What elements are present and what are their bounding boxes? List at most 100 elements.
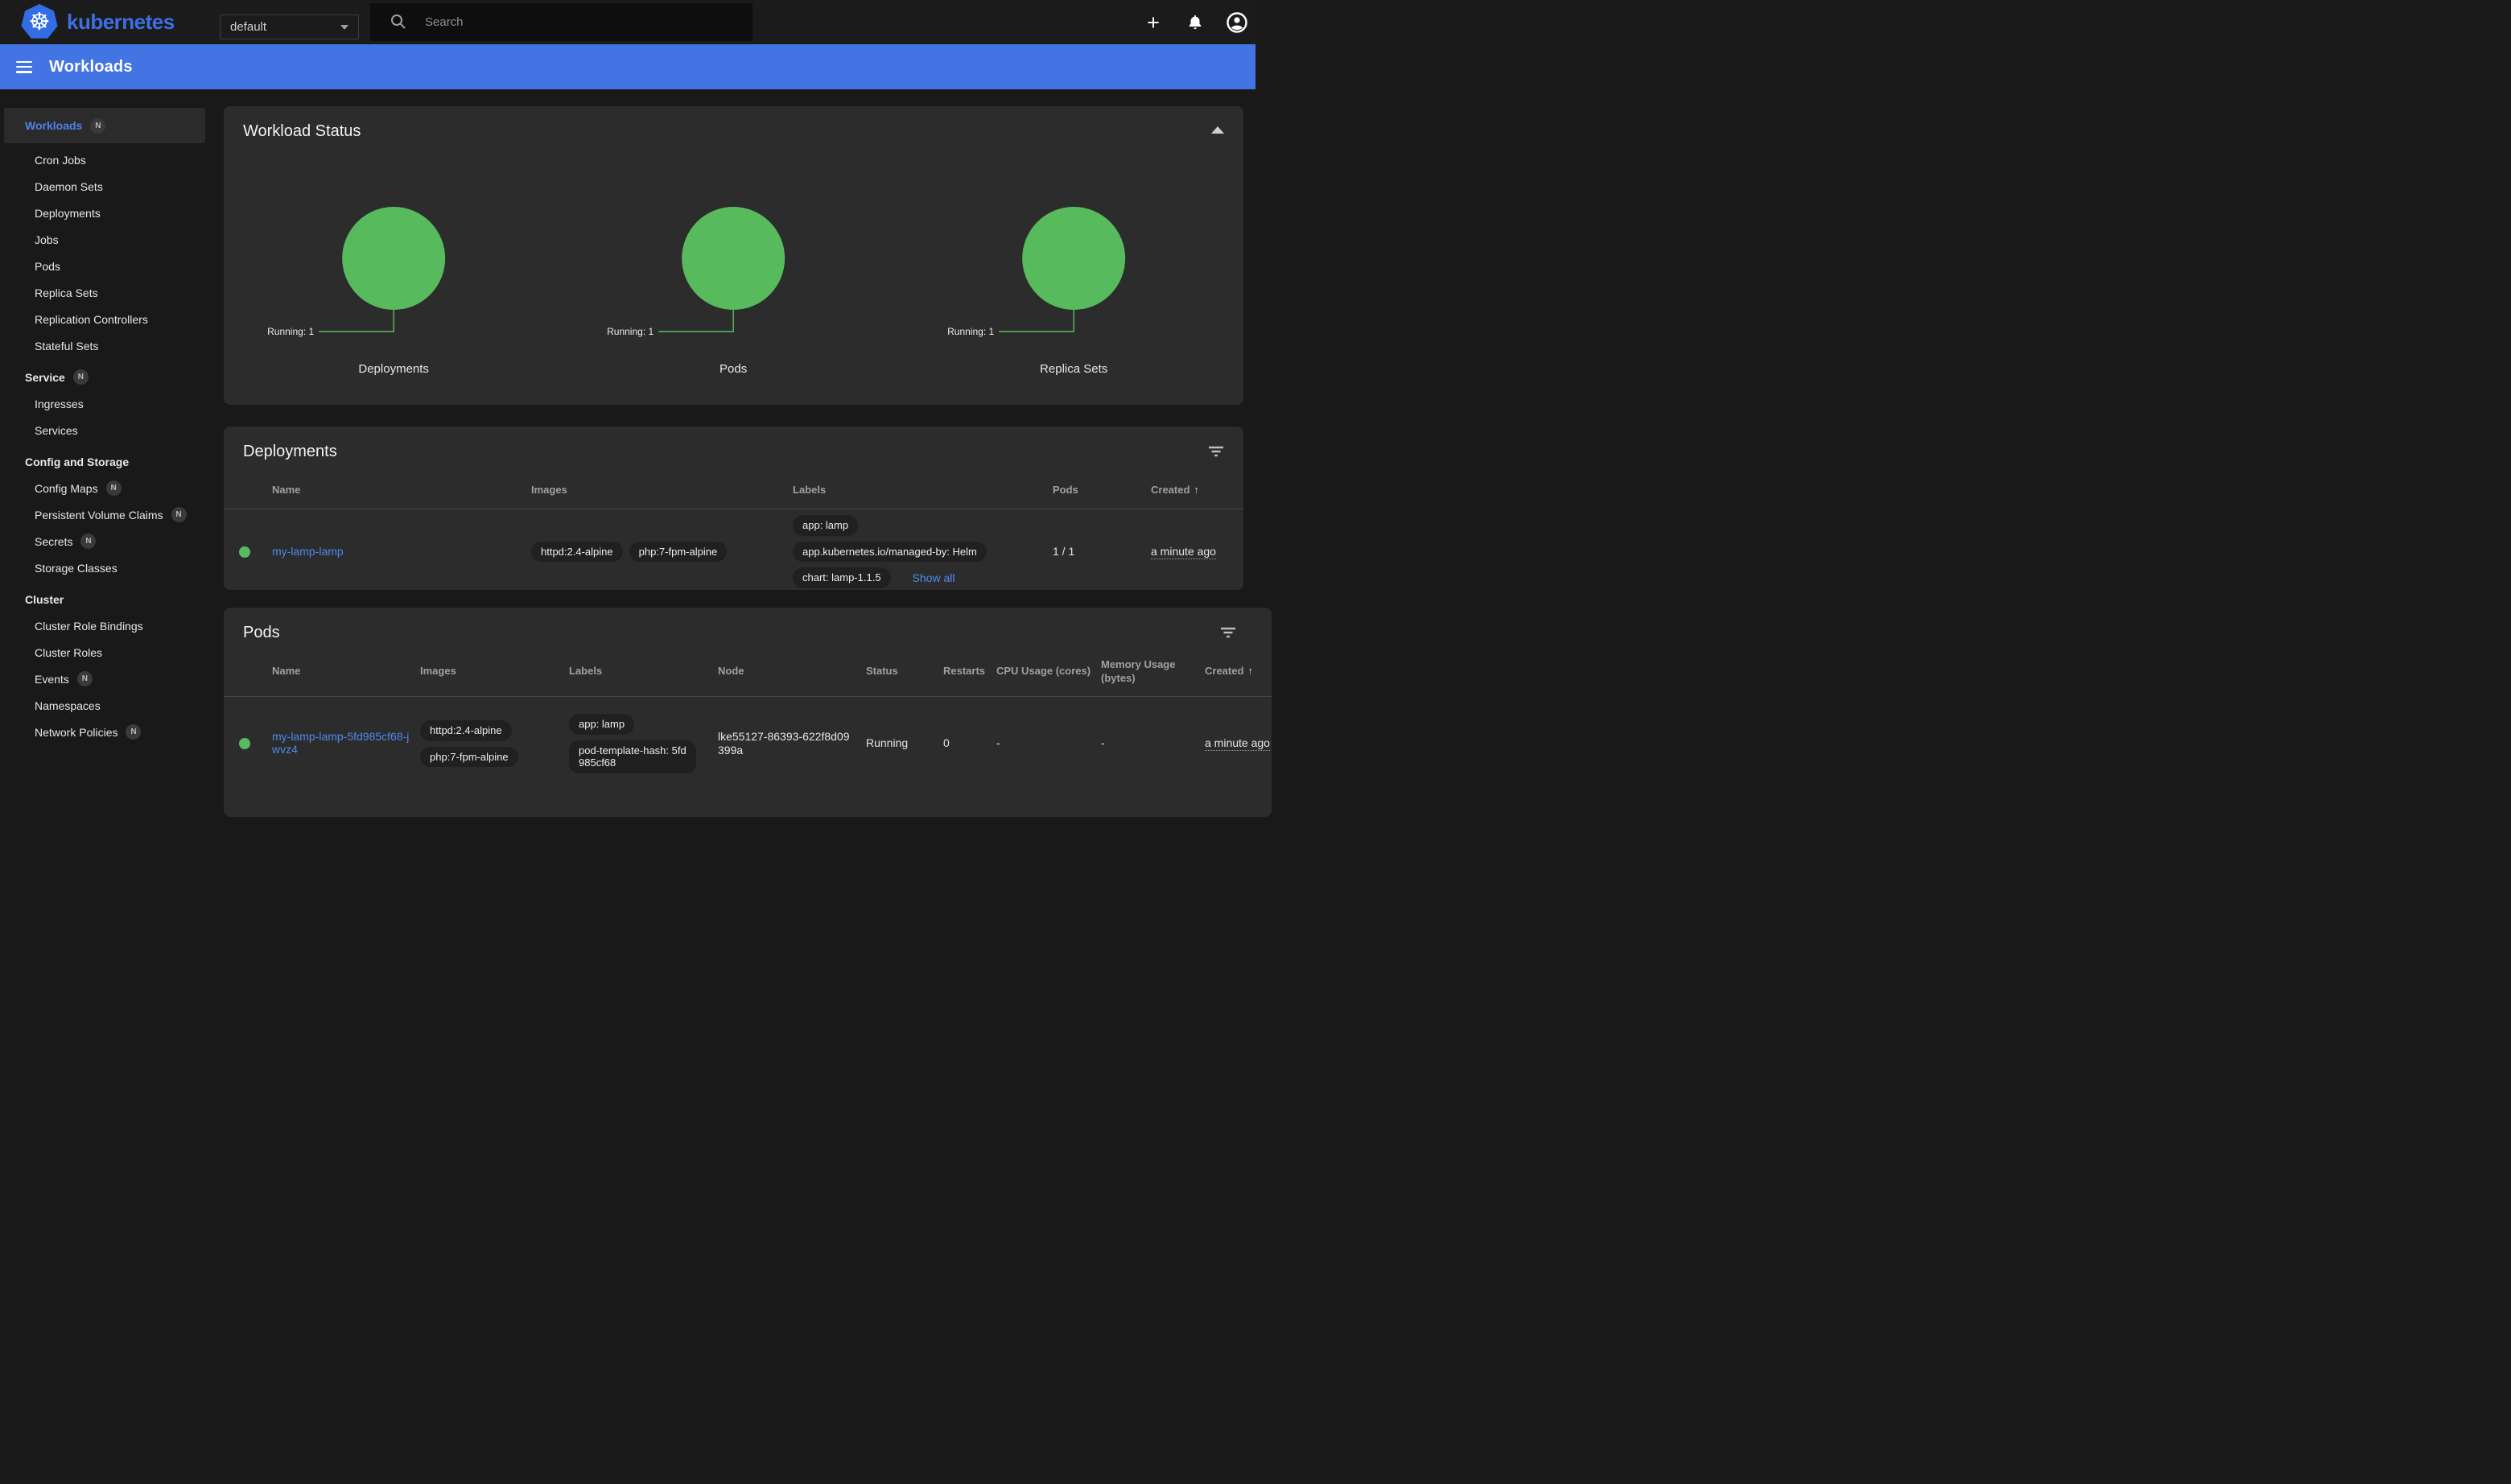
label-chip: httpd:2.4-alpine [531, 542, 623, 563]
deployment-name-link[interactable]: my-lamp-lamp [272, 545, 353, 558]
new-badge: N [80, 534, 96, 549]
sidebar-item-label: Stateful Sets [35, 340, 98, 352]
column-header-images[interactable]: Images [420, 665, 569, 678]
pod-images: httpd:2.4-alpine php:7-fpm-alpine [420, 720, 569, 767]
pie-title: Pods [719, 362, 747, 376]
sidebar-item-network-policies[interactable]: Network Policies N [0, 719, 209, 742]
sidebar-item-label: Services [35, 424, 78, 437]
sidebar-item-label: Config and Storage [25, 456, 129, 468]
label-chip: pod-template-hash: 5fd985cf68 [569, 740, 696, 773]
sidebar-item-jobs[interactable]: Jobs [0, 226, 209, 253]
search-icon [390, 13, 407, 31]
deployment-images: httpd:2.4-alpinephp:7-fpm-alpine [531, 542, 793, 563]
sidebar-item-persistent-volume-claims[interactable]: Persistent Volume ClaimsN [0, 501, 209, 528]
column-header-name[interactable]: Name [272, 484, 531, 497]
chevron-down-icon [340, 25, 348, 30]
sidebar-item-cluster[interactable]: Cluster [0, 586, 209, 612]
pie-chart-replica-sets: Running: 1 Replica Sets [904, 144, 1243, 385]
search-input[interactable] [370, 3, 752, 41]
sidebar-item-cluster-roles[interactable]: Cluster Roles [0, 639, 209, 666]
collapse-icon[interactable] [1211, 126, 1224, 134]
sidebar-item-label: Pods [35, 260, 60, 273]
new-badge: N [106, 480, 122, 496]
column-header-cpu[interactable]: CPU Usage (cores) [996, 665, 1101, 678]
kubernetes-helm-icon: ☸ [21, 4, 58, 40]
pod-row: my-lamp-lamp-5fd985cf68-jwvz4 httpd:2.4-… [224, 697, 1272, 790]
show-all-link[interactable]: Show all [913, 571, 955, 584]
sort-ascending-icon: ↑ [1194, 484, 1199, 496]
account-icon[interactable] [1225, 10, 1249, 35]
sidebar-item-config-and-storage[interactable]: Config and Storage [0, 448, 209, 475]
sidebar-item-label: Cluster [25, 593, 64, 606]
sidebar-item-label: Network Policies [35, 726, 118, 739]
pod-status: Running [866, 736, 943, 751]
column-header-labels[interactable]: Labels [793, 484, 1053, 497]
filter-icon[interactable] [1208, 446, 1224, 461]
pods-card: Pods Name Images Labels Node Status Rest… [224, 608, 1272, 817]
column-header-name[interactable]: Name [272, 665, 420, 678]
pie-title: Replica Sets [1040, 362, 1107, 376]
menu-icon[interactable] [16, 61, 32, 73]
deployment-created: a minute ago [1151, 545, 1216, 559]
sidebar-item-config-maps[interactable]: Config MapsN [0, 475, 209, 501]
sidebar: Workloads N Cron Jobs Daemon Sets Deployment… [0, 89, 209, 742]
filter-icon[interactable] [1220, 627, 1236, 642]
notifications-icon[interactable] [1183, 10, 1207, 35]
sidebar-item-events[interactable]: EventsN [0, 666, 209, 692]
deployment-labels: app: lampapp.kubernetes.io/managed-by: H… [793, 515, 1053, 588]
pie-annotation: Running: 1 [947, 326, 994, 337]
column-header-pods[interactable]: Pods [1053, 484, 1151, 497]
app-bar: Workloads [0, 44, 1256, 89]
sidebar-item-replication-controllers[interactable]: Replication Controllers [0, 306, 209, 332]
sidebar-item-services[interactable]: Services [0, 417, 209, 443]
workload-status-charts: Running: 1 Deployments Running: 1 Pods R… [224, 144, 1243, 385]
column-header-created[interactable]: Created↑ [1205, 665, 1272, 678]
sidebar-item-secrets[interactable]: SecretsN [0, 528, 209, 554]
card-title: Workload Status [243, 122, 361, 141]
label-chip: php:7-fpm-alpine [420, 747, 518, 768]
sidebar-item-service[interactable]: ServiceN [0, 364, 209, 390]
column-header-node[interactable]: Node [718, 665, 866, 678]
column-header-labels[interactable]: Labels [569, 665, 718, 678]
sidebar-item-stateful-sets[interactable]: Stateful Sets [0, 332, 209, 359]
sidebar-item-deployments[interactable]: Deployments [0, 200, 209, 226]
column-header-restarts[interactable]: Restarts [943, 665, 996, 678]
sidebar-item-workloads[interactable]: Workloads N [4, 108, 205, 143]
column-header-memory[interactable]: Memory Usage (bytes) [1101, 658, 1205, 685]
status-ok-icon [239, 738, 250, 749]
status-ok-icon [239, 546, 250, 558]
new-badge: N [126, 724, 141, 740]
sidebar-item-label: Service [25, 371, 65, 384]
sidebar-item-ingresses[interactable]: Ingresses [0, 390, 209, 417]
sidebar-item-label: Daemon Sets [35, 180, 103, 193]
pie-chart-deployments: Running: 1 Deployments [224, 144, 563, 385]
sidebar-item-daemon-sets[interactable]: Daemon Sets [0, 173, 209, 200]
deployments-table-header: Name Images Labels Pods Created↑ [224, 472, 1243, 509]
column-header-images[interactable]: Images [531, 484, 793, 497]
namespace-value: default [230, 20, 266, 34]
sidebar-item-label: Deployments [35, 207, 101, 220]
label-chip: httpd:2.4-alpine [420, 720, 512, 741]
deployments-card: Deployments Name Images Labels Pods Crea… [224, 427, 1243, 590]
deployment-pods-count: 1 / 1 [1053, 545, 1151, 559]
sidebar-item-pods[interactable]: Pods [0, 253, 209, 279]
pods-table-header: Name Images Labels Node Status Restarts … [224, 647, 1272, 697]
pie-slice-running [682, 207, 785, 310]
sidebar-item-cluster-role-bindings[interactable]: Cluster Role Bindings [0, 612, 209, 639]
column-header-status-text[interactable]: Status [866, 665, 943, 678]
pod-name-link[interactable]: my-lamp-lamp-5fd985cf68-jwvz4 [272, 730, 420, 756]
pod-memory-usage: - [1101, 736, 1205, 751]
sidebar-item-storage-classes[interactable]: Storage Classes [0, 554, 209, 581]
kubernetes-logo[interactable]: ☸ kubernetes [21, 4, 175, 40]
sidebar-item-cron-jobs[interactable]: Cron Jobs [0, 146, 209, 173]
namespace-selector[interactable]: default [220, 14, 359, 39]
top-bar: ☸ kubernetes default + [0, 0, 1256, 44]
create-resource-button[interactable]: + [1141, 10, 1165, 35]
sidebar-item-replica-sets[interactable]: Replica Sets [0, 279, 209, 306]
new-badge: N [171, 507, 187, 522]
sidebar-item-namespaces[interactable]: Namespaces [0, 692, 209, 719]
pie-annotation: Running: 1 [267, 326, 314, 337]
sidebar-item-label: Workloads [25, 119, 82, 132]
column-header-created[interactable]: Created↑ [1151, 484, 1243, 497]
new-badge: N [90, 118, 105, 134]
